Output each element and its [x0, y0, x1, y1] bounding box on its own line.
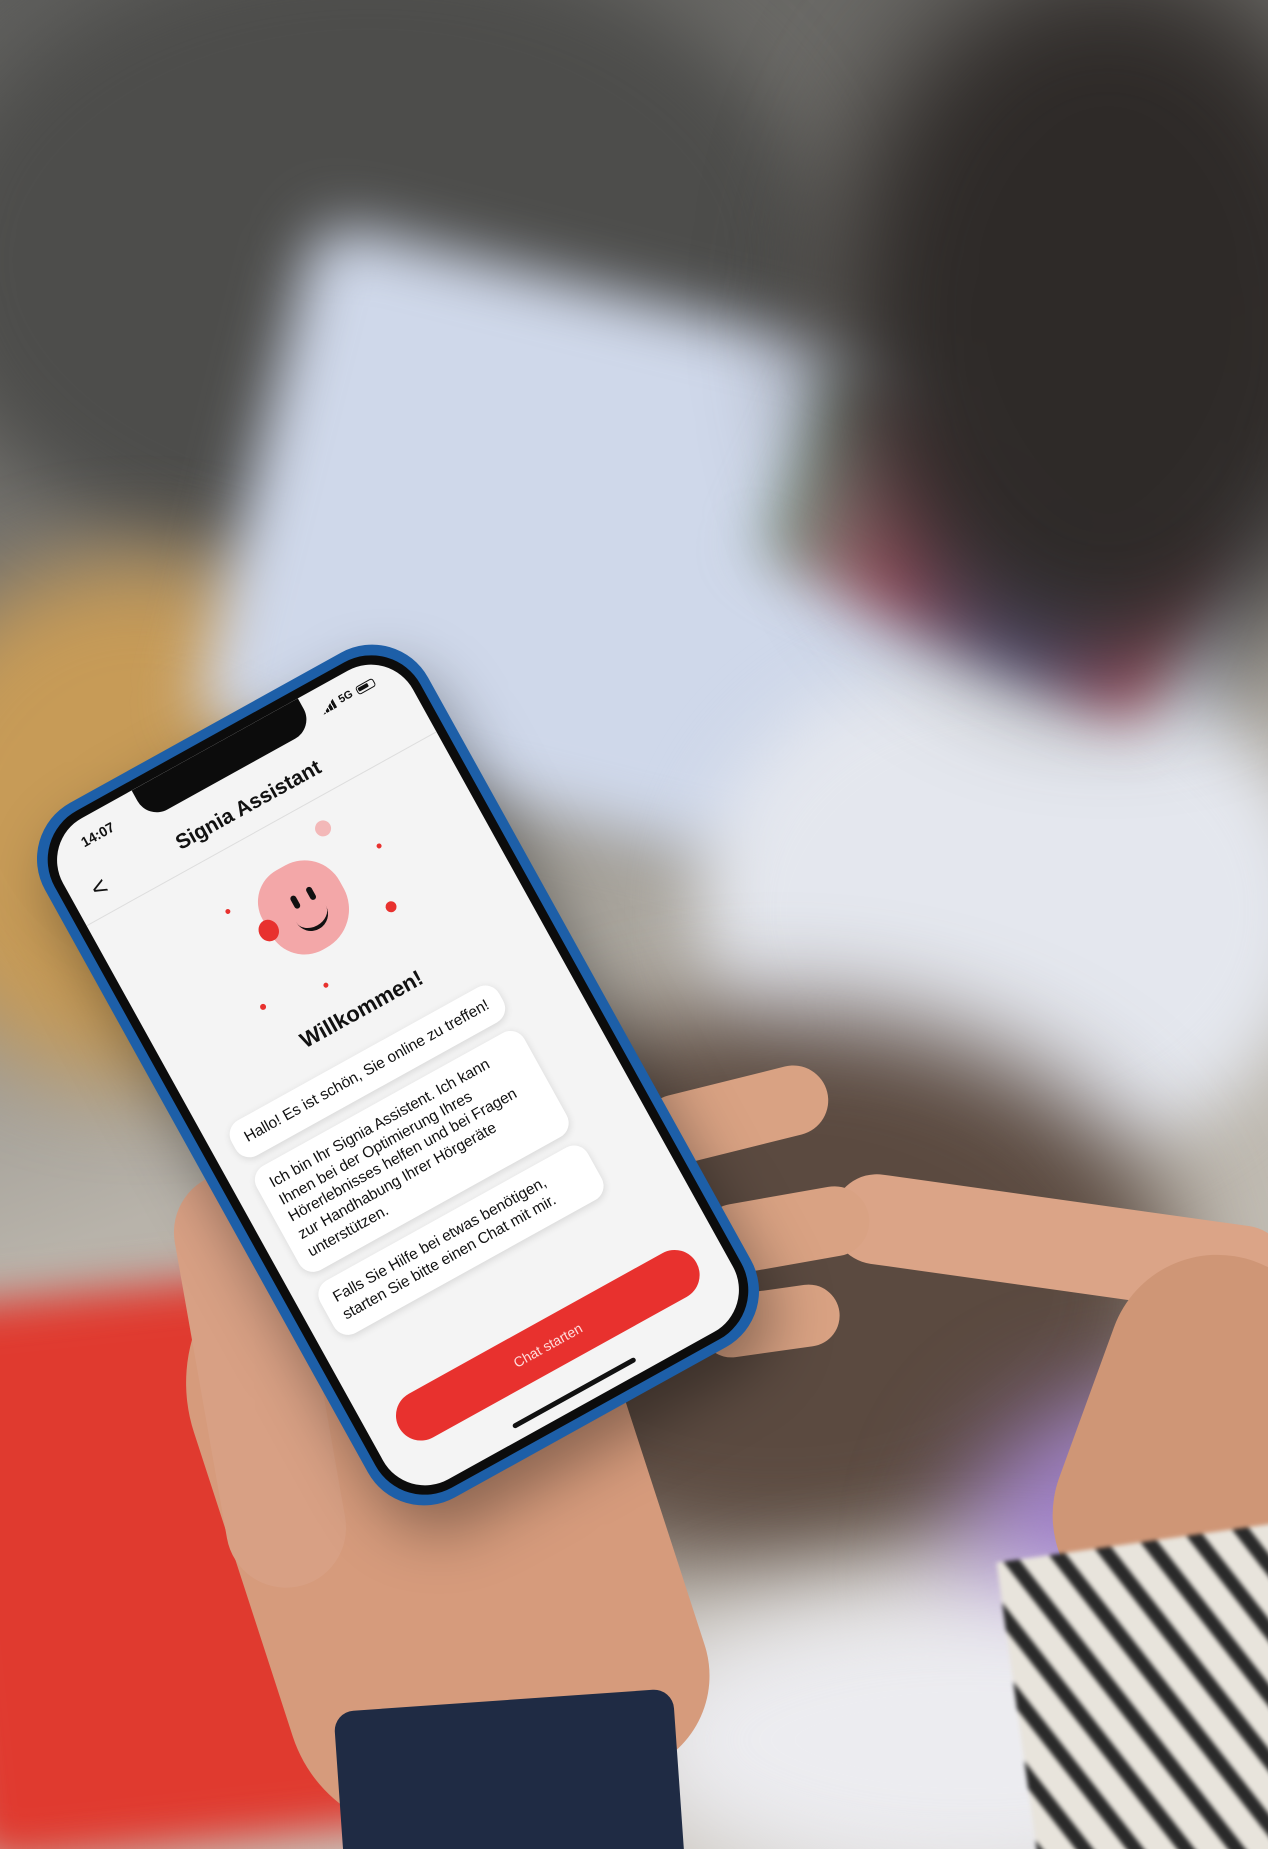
decor-dot [224, 908, 232, 915]
navy-sleeve [333, 1688, 687, 1849]
striped-sleeve [996, 1520, 1268, 1849]
status-network: 5G [336, 688, 356, 706]
face-eye [289, 894, 302, 910]
decor-dot [258, 1002, 268, 1011]
decor-dot [375, 842, 383, 850]
signal-icon [319, 699, 338, 716]
back-icon[interactable]: < [85, 871, 113, 905]
decor-dot [322, 981, 330, 989]
face-ear [254, 916, 283, 946]
battery-icon [354, 677, 377, 695]
decor-dot [312, 817, 334, 840]
assistant-face-icon [245, 845, 365, 969]
face-eye [305, 885, 318, 901]
decor-dot [383, 899, 399, 915]
face-mouth [294, 903, 335, 938]
status-time: 14:07 [78, 818, 118, 851]
